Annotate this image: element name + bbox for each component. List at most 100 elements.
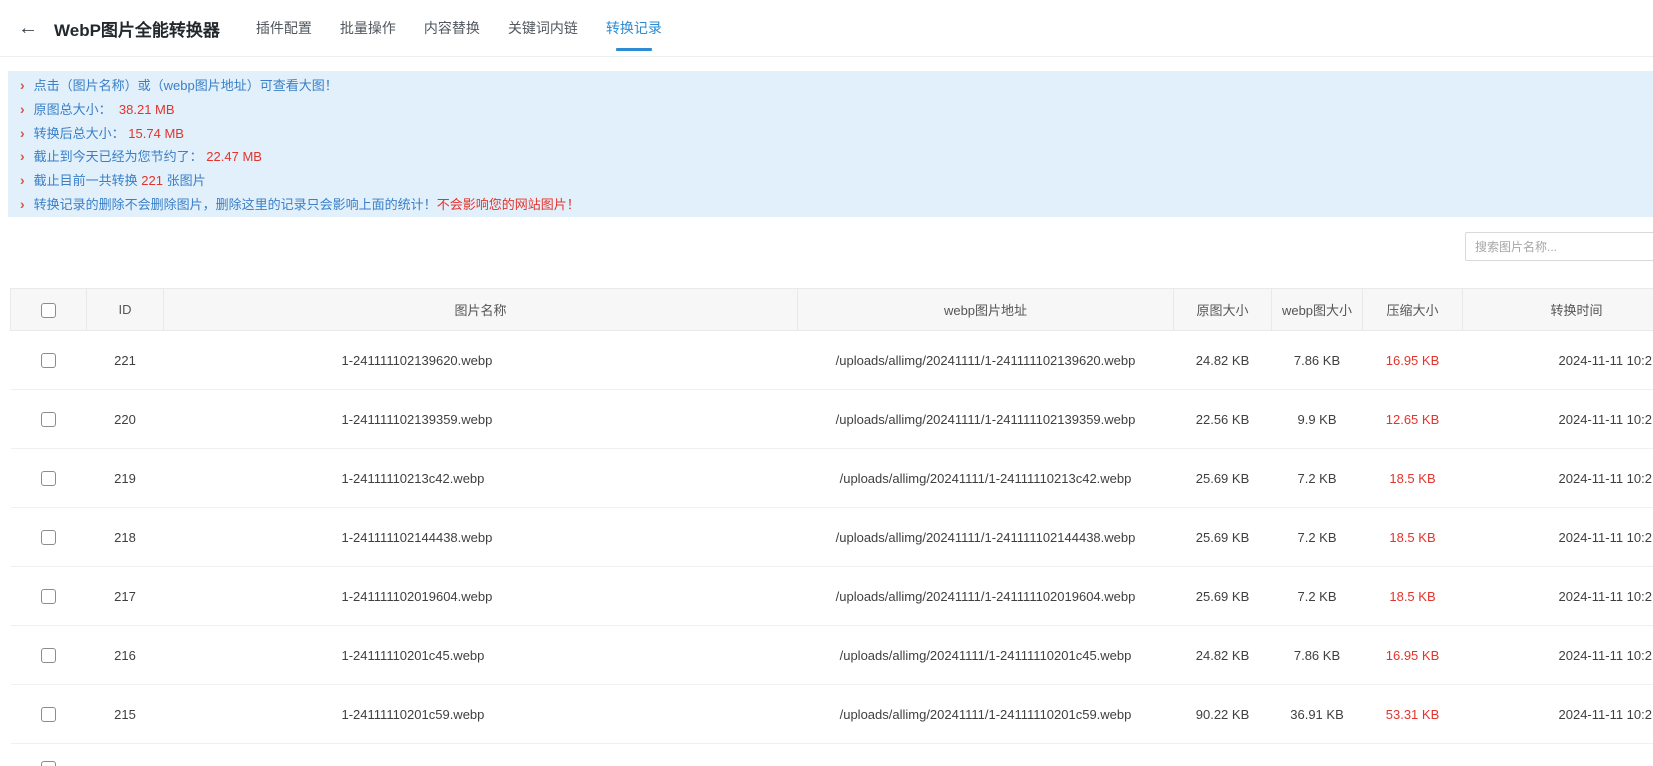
- row-convert-time: 2024-11-11 10:2: [1463, 626, 1653, 685]
- select-all-checkbox[interactable]: [41, 303, 56, 318]
- row-saved-size: [1363, 744, 1463, 766]
- notice-line: ›截止目前一共转换 221 张图片: [20, 169, 1653, 193]
- row-webp-size: 36.91 KB: [1272, 685, 1363, 744]
- records-table: ID 图片名称 webp图片地址 原图大小 webp图大小 压缩大小 转换时间 …: [10, 288, 1653, 766]
- row-webp-size: 7.86 KB: [1272, 626, 1363, 685]
- row-webp-url[interactable]: /uploads/allimg/20241111/1-2411111021444…: [798, 508, 1174, 567]
- row-saved-size: 16.95 KB: [1363, 626, 1463, 685]
- row-convert-time: 2024-11-11 10:2: [1463, 449, 1653, 508]
- bullet-arrow-icon: ›: [20, 122, 25, 145]
- row-saved-size: 53.31 KB: [1363, 685, 1463, 744]
- tab-4[interactable]: 转换记录: [592, 0, 676, 57]
- row-image-name[interactable]: 1-24111110201c59.webp: [164, 685, 798, 744]
- column-header-name: 图片名称: [164, 289, 798, 331]
- notice-line: ›原图总大小： 38.21 MB: [20, 98, 1653, 122]
- row-saved-size: 18.5 KB: [1363, 567, 1463, 626]
- notice-line: ›转换记录的删除不会删除图片，删除这里的记录只会影响上面的统计！不会影响您的网站…: [20, 193, 1653, 217]
- tab-0[interactable]: 插件配置: [242, 0, 326, 57]
- row-webp-size: 9.9 KB: [1272, 390, 1363, 449]
- row-orig-size: 24.82 KB: [1174, 331, 1272, 390]
- table-row: 220 1-241111102139359.webp /uploads/alli…: [11, 390, 1653, 449]
- row-webp-url[interactable]: [798, 744, 1174, 766]
- tab-2[interactable]: 内容替换: [410, 0, 494, 57]
- row-checkbox[interactable]: [41, 353, 56, 368]
- row-image-name[interactable]: 1-241111102144438.webp: [164, 508, 798, 567]
- row-checkbox[interactable]: [41, 412, 56, 427]
- notice-line: ›转换后总大小： 15.74 MB: [20, 122, 1653, 146]
- row-checkbox[interactable]: [41, 471, 56, 486]
- row-image-name[interactable]: 1-24111110213c42.webp: [164, 449, 798, 508]
- notice-line: ›点击（图片名称）或（webp图片地址）可查看大图！: [20, 74, 1653, 98]
- row-image-name[interactable]: 1-24111110201c45.webp: [164, 626, 798, 685]
- back-arrow-icon[interactable]: ←: [18, 18, 38, 38]
- row-orig-size: 25.69 KB: [1174, 508, 1272, 567]
- column-header-saved-size: 压缩大小: [1363, 289, 1463, 331]
- row-image-name[interactable]: 1-241111102139359.webp: [164, 390, 798, 449]
- row-convert-time: 2024-11-11 10:2: [1463, 685, 1653, 744]
- bullet-arrow-icon: ›: [20, 74, 25, 97]
- row-checkbox[interactable]: [41, 648, 56, 663]
- table-row-partial: [11, 744, 1653, 766]
- row-convert-time: 2024-11-11 10:2: [1463, 331, 1653, 390]
- page-title: WebP图片全能转换器: [54, 16, 220, 41]
- row-id: 218: [87, 508, 164, 567]
- table-header-row: ID 图片名称 webp图片地址 原图大小 webp图大小 压缩大小 转换时间: [11, 289, 1653, 331]
- row-convert-time: 2024-11-11 10:2: [1463, 567, 1653, 626]
- table-row: 219 1-24111110213c42.webp /uploads/allim…: [11, 449, 1653, 508]
- select-all-cell: [11, 289, 87, 331]
- row-checkbox[interactable]: [41, 589, 56, 604]
- row-webp-size: 7.2 KB: [1272, 567, 1363, 626]
- row-webp-url[interactable]: /uploads/allimg/20241111/1-2411111021393…: [798, 390, 1174, 449]
- bullet-arrow-icon: ›: [20, 193, 25, 216]
- table-row: 218 1-241111102144438.webp /uploads/alli…: [11, 508, 1653, 567]
- row-saved-size: 12.65 KB: [1363, 390, 1463, 449]
- search-input[interactable]: [1465, 232, 1653, 261]
- row-webp-size: 7.2 KB: [1272, 508, 1363, 567]
- row-webp-url[interactable]: /uploads/allimg/20241111/1-24111110201c5…: [798, 685, 1174, 744]
- row-id: 221: [87, 331, 164, 390]
- row-orig-size: 24.82 KB: [1174, 626, 1272, 685]
- column-header-url: webp图片地址: [798, 289, 1174, 331]
- table-row: 221 1-241111102139620.webp /uploads/alli…: [11, 331, 1653, 390]
- table-row: 216 1-24111110201c45.webp /uploads/allim…: [11, 626, 1653, 685]
- row-webp-url[interactable]: /uploads/allimg/20241111/1-24111110213c4…: [798, 449, 1174, 508]
- row-image-name[interactable]: 1-241111102019604.webp: [164, 567, 798, 626]
- row-convert-time: 2024-11-11 10:2: [1463, 390, 1653, 449]
- row-id: 219: [87, 449, 164, 508]
- column-header-orig-size: 原图大小: [1174, 289, 1272, 331]
- row-saved-size: 18.5 KB: [1363, 508, 1463, 567]
- row-orig-size: [1174, 744, 1272, 766]
- top-bar: ← WebP图片全能转换器 插件配置批量操作内容替换关键词内链转换记录: [0, 0, 1653, 57]
- row-orig-size: 22.56 KB: [1174, 390, 1272, 449]
- row-saved-size: 16.95 KB: [1363, 331, 1463, 390]
- row-checkbox[interactable]: [41, 761, 56, 766]
- bullet-arrow-icon: ›: [20, 169, 25, 192]
- row-id: 220: [87, 390, 164, 449]
- row-webp-size: [1272, 744, 1363, 766]
- table-row: 217 1-241111102019604.webp /uploads/alli…: [11, 567, 1653, 626]
- table-row: 215 1-24111110201c59.webp /uploads/allim…: [11, 685, 1653, 744]
- tab-3[interactable]: 关键词内链: [494, 0, 592, 57]
- row-webp-size: 7.86 KB: [1272, 331, 1363, 390]
- bullet-arrow-icon: ›: [20, 145, 25, 168]
- tab-bar: 插件配置批量操作内容替换关键词内链转换记录: [242, 0, 676, 57]
- row-id: 217: [87, 567, 164, 626]
- row-webp-url[interactable]: /uploads/allimg/20241111/1-2411111020196…: [798, 567, 1174, 626]
- row-orig-size: 25.69 KB: [1174, 449, 1272, 508]
- row-convert-time: [1463, 744, 1653, 766]
- row-webp-url[interactable]: /uploads/allimg/20241111/1-2411111021396…: [798, 331, 1174, 390]
- row-image-name[interactable]: [164, 744, 798, 766]
- table-body: 221 1-241111102139620.webp /uploads/alli…: [11, 331, 1653, 766]
- notice-box: ›点击（图片名称）或（webp图片地址）可查看大图！›原图总大小： 38.21 …: [8, 71, 1653, 217]
- row-convert-time: 2024-11-11 10:2: [1463, 508, 1653, 567]
- row-checkbox[interactable]: [41, 530, 56, 545]
- row-checkbox[interactable]: [41, 707, 56, 722]
- row-webp-url[interactable]: /uploads/allimg/20241111/1-24111110201c4…: [798, 626, 1174, 685]
- row-image-name[interactable]: 1-241111102139620.webp: [164, 331, 798, 390]
- bullet-arrow-icon: ›: [20, 98, 25, 121]
- column-header-time: 转换时间: [1463, 289, 1653, 331]
- row-id: 215: [87, 685, 164, 744]
- row-saved-size: 18.5 KB: [1363, 449, 1463, 508]
- tab-1[interactable]: 批量操作: [326, 0, 410, 57]
- row-id: [87, 744, 164, 766]
